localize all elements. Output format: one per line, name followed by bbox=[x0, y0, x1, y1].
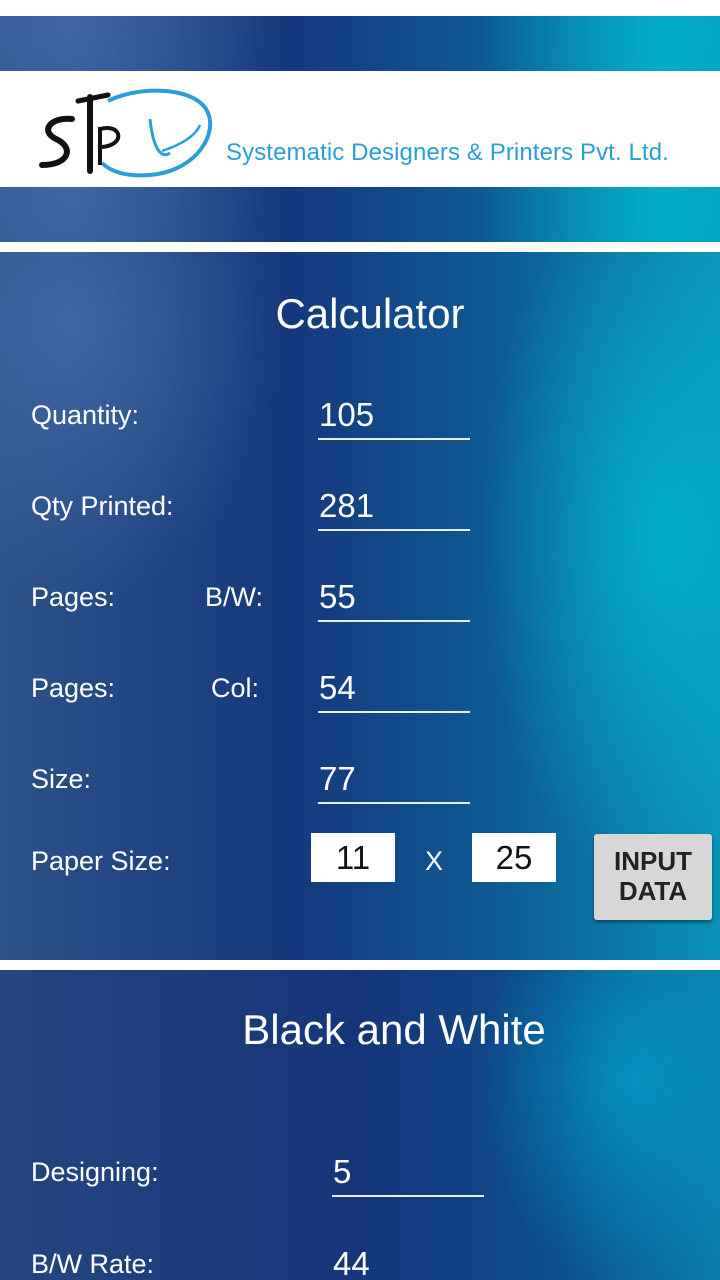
pages-col-label: Pages: bbox=[31, 673, 116, 703]
designing-input[interactable]: 5 bbox=[332, 1153, 484, 1197]
quantity-input[interactable]: 105 bbox=[318, 396, 470, 440]
quantity-label: Quantity: bbox=[31, 400, 140, 430]
qty-printed-label: Qty Printed: bbox=[31, 491, 174, 521]
company-name: Systematic Designers & Printers Pvt. Ltd… bbox=[226, 139, 669, 166]
paper-size-label: Paper Size: bbox=[31, 846, 171, 876]
designing-label: Designing: bbox=[31, 1157, 159, 1187]
bw-rate-label: B/W Rate: bbox=[31, 1249, 155, 1279]
col-sublabel: Col: bbox=[211, 673, 260, 703]
qty-printed-input[interactable]: 281 bbox=[318, 487, 470, 531]
size-input[interactable]: 77 bbox=[318, 760, 470, 804]
calculator-panel: Calculator Quantity: 105 Qty Printed: 28… bbox=[0, 252, 720, 960]
paper-height-input[interactable]: 25 bbox=[472, 833, 556, 882]
bw-rate-input[interactable]: 44 bbox=[332, 1245, 484, 1280]
bw-sublabel: B/W: bbox=[205, 582, 264, 612]
pages-bw-input[interactable]: 55 bbox=[318, 578, 470, 622]
logo-banner: Systematic Designers & Printers Pvt. Ltd… bbox=[0, 71, 720, 187]
input-data-button[interactable]: INPUT DATA bbox=[594, 834, 712, 920]
pages-col-input[interactable]: 54 bbox=[318, 669, 470, 713]
header-band-top bbox=[0, 16, 720, 71]
spl-logo-icon bbox=[39, 88, 213, 178]
header-band-bottom bbox=[0, 187, 720, 242]
calculator-title: Calculator bbox=[275, 290, 465, 337]
pages-bw-label: Pages: bbox=[31, 582, 116, 612]
black-and-white-title: Black and White bbox=[242, 1006, 546, 1053]
black-and-white-panel: Black and White Designing: 5 B/W Rate: 4… bbox=[0, 970, 720, 1280]
size-label: Size: bbox=[31, 764, 92, 794]
paper-size-separator: X bbox=[425, 846, 444, 876]
paper-width-input[interactable]: 11 bbox=[311, 833, 395, 882]
